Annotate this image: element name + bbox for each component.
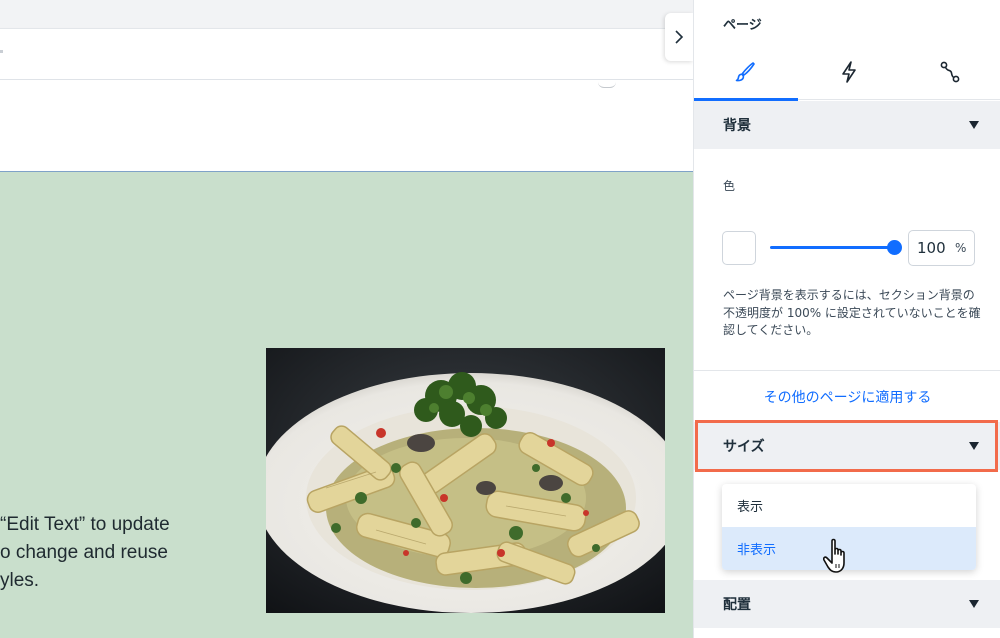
- inspector-panel: ページ 背景 色 % ページ背景を表: [693, 0, 1000, 638]
- dropdown-option-hide[interactable]: 非表示: [722, 527, 976, 570]
- paragraph-line: o change and reuse: [0, 542, 168, 563]
- section-paragraph[interactable]: “Edit Text” to update o change and reuse…: [0, 511, 230, 595]
- header-edge-mark: [0, 50, 3, 53]
- opacity-input[interactable]: [917, 239, 951, 257]
- lightning-icon: [842, 61, 856, 83]
- editor-canvas[interactable]: “Edit Text” to update o change and reuse…: [0, 0, 693, 638]
- opacity-input-box: %: [908, 230, 975, 266]
- color-swatch[interactable]: [722, 231, 756, 265]
- opacity-unit: %: [955, 241, 967, 255]
- align-section-header[interactable]: 配置: [694, 580, 1000, 628]
- apply-to-other-pages-link[interactable]: その他のページに適用する: [694, 387, 1000, 407]
- paragraph-line: “Edit Text” to update: [0, 514, 170, 535]
- align-section-label: 配置: [723, 597, 751, 613]
- panel-title: ページ: [723, 18, 762, 33]
- background-section-header[interactable]: 背景: [694, 101, 1000, 149]
- background-note: ページ背景を表示するには、セクション背景の不透明度が 100% に設定されていな…: [723, 288, 981, 337]
- canvas-top-strip: [0, 0, 693, 28]
- dropdown-option-show[interactable]: 表示: [722, 484, 976, 527]
- chevron-right-icon: [675, 30, 684, 44]
- background-section-label: 背景: [723, 118, 751, 134]
- paragraph-line: yles.: [0, 570, 40, 591]
- tab-connections[interactable]: [899, 44, 1000, 100]
- panel-tabs: [694, 44, 1000, 101]
- pasta-image-graphic: [266, 348, 665, 613]
- opacity-slider-thumb[interactable]: [887, 240, 902, 255]
- opacity-slider-track[interactable]: [770, 246, 893, 249]
- size-section-header[interactable]: サイズ: [694, 422, 1000, 470]
- tab-design[interactable]: [694, 44, 798, 101]
- site-header-bar[interactable]: [0, 28, 693, 80]
- panel-divider: [694, 370, 1000, 371]
- caret-down-icon: [969, 600, 979, 608]
- connect-icon: [940, 61, 960, 83]
- color-label: 色: [723, 179, 736, 193]
- size-dropdown-menu: 表示 非表示: [722, 484, 976, 570]
- tab-interactions[interactable]: [798, 44, 900, 100]
- size-section-label: サイズ: [723, 439, 765, 455]
- caret-down-icon: [969, 121, 979, 129]
- collapse-panel-button[interactable]: [665, 13, 693, 61]
- brush-icon: [735, 62, 755, 82]
- pasta-image[interactable]: [266, 348, 665, 613]
- caret-down-icon: [969, 442, 979, 450]
- header-zone[interactable]: [0, 80, 693, 172]
